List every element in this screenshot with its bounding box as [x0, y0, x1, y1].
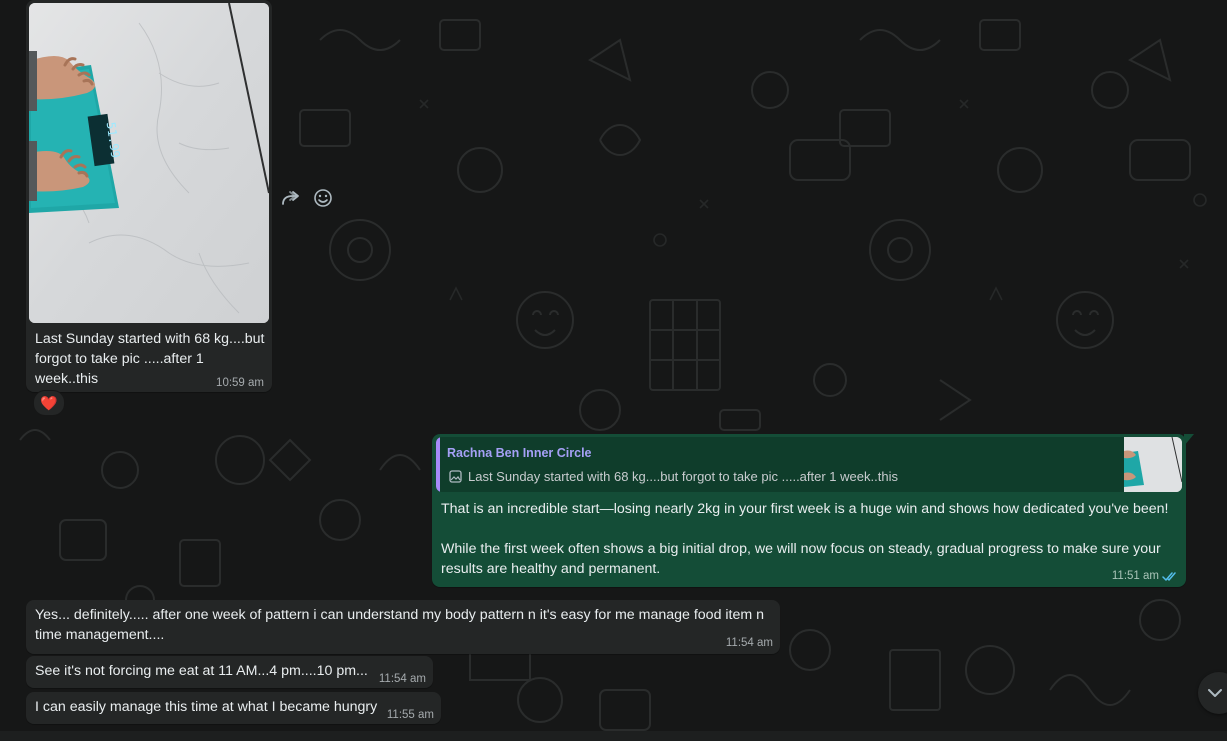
heart-reaction[interactable]: ❤️ — [33, 390, 65, 416]
reply-paragraph-1: That is an incredible start—losing nearl… — [441, 501, 1169, 517]
image-message[interactable]: 51.99 Last Sunday started with 68 kg....… — [26, 0, 272, 392]
message-time: 10:59 am — [216, 377, 264, 389]
thumbnail-illustration — [1124, 437, 1182, 492]
forward-arrow-svg — [282, 191, 299, 205]
emoji-icon[interactable] — [312, 187, 334, 209]
heart-icon: ❤️ — [40, 394, 58, 411]
forward-icon[interactable] — [280, 187, 302, 209]
quoted-text-row: Last Sunday started with 68 kg....but fo… — [449, 469, 898, 484]
reply-paragraph-2: While the first week often shows a big i… — [441, 541, 1161, 577]
message-text: I can easily manage this time at what I … — [35, 699, 378, 715]
scale-photo-illustration — [29, 3, 269, 323]
chevron-down-icon — [1208, 689, 1222, 697]
message-time: 11:54 am — [378, 673, 426, 685]
quoted-text: Last Sunday started with 68 kg....but fo… — [468, 469, 898, 484]
message-time: 11:54 am — [725, 637, 773, 649]
read-ticks-icon — [1162, 571, 1176, 581]
reply-meta: 11:51 am — [1112, 570, 1178, 582]
message-time: 11:51 am — [1111, 570, 1159, 582]
scale-photo[interactable]: 51.99 — [29, 3, 269, 323]
message-time: 11:55 am — [386, 709, 434, 721]
quoted-message[interactable]: Rachna Ben Inner Circle Last Sunday star… — [436, 437, 1182, 492]
message-text: See it's not forcing me eat at 11 AM...4… — [35, 663, 368, 679]
incoming-message[interactable]: Yes... definitely..... after one week of… — [26, 600, 780, 654]
incoming-message[interactable]: I can easily manage this time at what I … — [26, 692, 441, 724]
outgoing-reply-message[interactable]: Rachna Ben Inner Circle Last Sunday star… — [432, 434, 1186, 587]
quote-accent-bar — [436, 437, 440, 492]
smiley-svg — [314, 189, 332, 207]
quoted-thumbnail — [1124, 437, 1182, 492]
quoted-author: Rachna Ben Inner Circle — [447, 446, 592, 460]
composer-edge — [0, 731, 1227, 741]
message-text: Yes... definitely..... after one week of… — [35, 607, 765, 643]
photo-icon — [449, 470, 462, 483]
incoming-message[interactable]: See it's not forcing me eat at 11 AM...4… — [26, 656, 433, 688]
